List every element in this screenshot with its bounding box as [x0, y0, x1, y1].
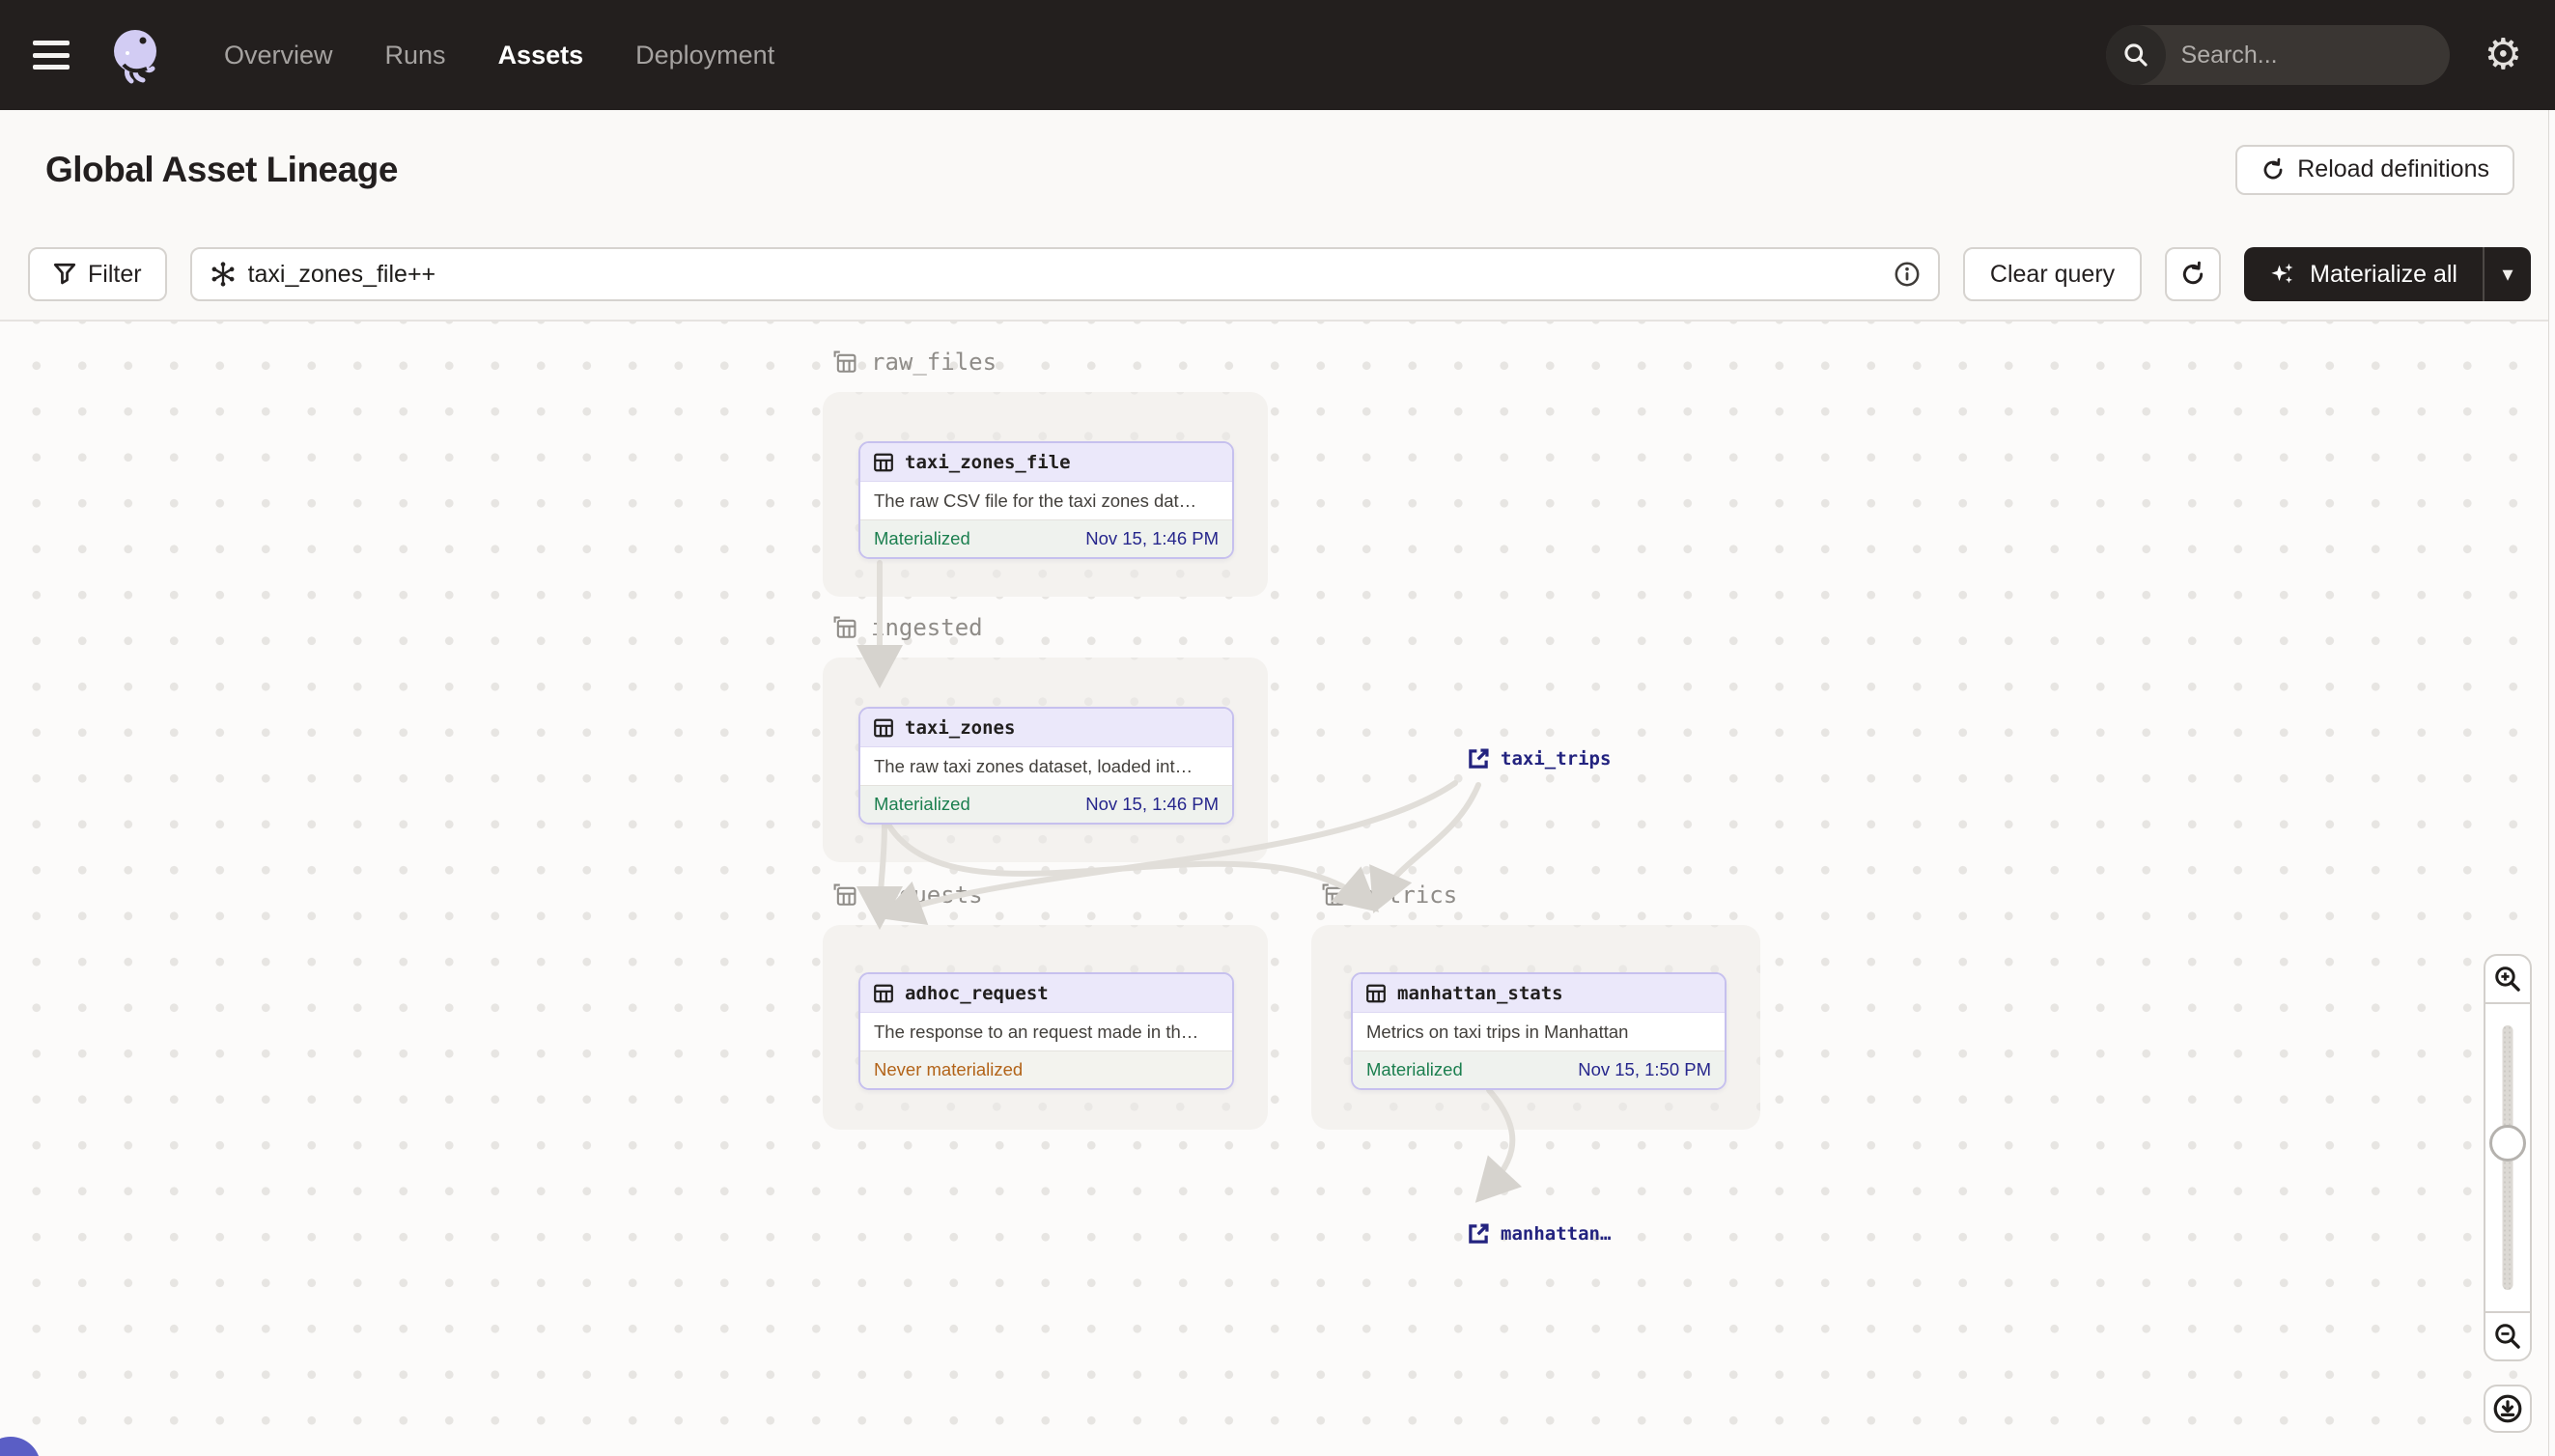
table-icon: [874, 984, 893, 1002]
asset-selector-icon: [211, 262, 234, 287]
caret-down-icon: ▾: [2502, 262, 2513, 286]
sparkles-icon: [2271, 263, 2293, 284]
status-badge: Materialized: [874, 528, 970, 548]
external-asset-taxi-trips[interactable]: taxi_trips: [1466, 746, 1611, 771]
materialization-timestamp: Nov 15, 1:46 PM: [1085, 528, 1219, 548]
lineage-edges: [856, 560, 1523, 1203]
settings-gear-icon[interactable]: ⚙: [2485, 34, 2522, 76]
search-icon: [2105, 25, 2166, 85]
table-icon: [874, 718, 893, 737]
materialize-all-split-button: Materialize all ▾: [2244, 247, 2531, 301]
filter-button[interactable]: Filter: [28, 247, 167, 301]
refresh-graph-button[interactable]: [2165, 247, 2222, 301]
asset-name: adhoc_request: [905, 982, 1049, 1004]
asset-description: The raw taxi zones dataset, loaded int…: [874, 755, 1193, 776]
menu-icon[interactable]: [33, 41, 70, 70]
asset-name: taxi_zones_file: [905, 451, 1071, 473]
page-header: Global Asset Lineage Reload definitions: [0, 110, 2555, 229]
scrollbar-track[interactable]: [2548, 110, 2555, 1456]
download-icon: [2493, 1394, 2522, 1423]
nav-item-assets[interactable]: Assets: [498, 41, 584, 70]
lineage-graph-canvas[interactable]: raw_files ingested requests metrics taxi…: [0, 322, 2555, 1456]
zoom-controls: [2484, 954, 2532, 1361]
asset-query-field[interactable]: [189, 247, 1940, 301]
nav-links: Overview Runs Assets Deployment: [224, 41, 774, 70]
nav-item-deployment[interactable]: Deployment: [635, 41, 774, 70]
materialize-dropdown-button[interactable]: ▾: [2485, 247, 2531, 301]
status-badge: Materialized: [874, 794, 970, 814]
zoom-in-button[interactable]: [2485, 956, 2530, 1004]
dagster-logo-icon[interactable]: [106, 26, 164, 84]
external-link-icon: [1469, 748, 1489, 769]
nav-item-runs[interactable]: Runs: [385, 41, 446, 70]
funnel-icon: [53, 263, 76, 285]
info-icon[interactable]: [1894, 261, 1921, 288]
refresh-icon: [2263, 157, 2283, 179]
nav-item-overview[interactable]: Overview: [224, 41, 333, 70]
top-nav: Overview Runs Assets Deployment / ⚙: [0, 0, 2555, 110]
zoom-slider-handle[interactable]: [2489, 1125, 2526, 1162]
zoom-in-icon: [2495, 966, 2520, 992]
asset-description: Metrics on taxi trips in Manhattan: [1366, 1021, 1629, 1042]
asset-node-manhattan-stats[interactable]: manhattan_stats Metrics on taxi trips in…: [1351, 972, 1727, 1090]
edge-taxi-zones-to-adhoc-request: [856, 822, 904, 930]
asset-name: manhattan_stats: [1397, 982, 1563, 1004]
asset-query-input[interactable]: [247, 260, 1882, 289]
table-icon: [874, 453, 893, 471]
download-view-button[interactable]: [2484, 1385, 2532, 1433]
status-badge: Materialized: [1366, 1059, 1463, 1079]
edge-taxi-trips-to-manhattan-stats: [1369, 782, 1481, 914]
materialization-timestamp: Nov 15, 1:46 PM: [1085, 794, 1219, 814]
lineage-toolbar: Filter Clear query Materialize: [0, 229, 2555, 322]
reload-definitions-button[interactable]: Reload definitions: [2235, 144, 2514, 195]
page-title: Global Asset Lineage: [45, 149, 398, 189]
materialize-all-button[interactable]: Materialize all: [2244, 247, 2483, 301]
materialization-timestamp: Nov 15, 1:50 PM: [1578, 1059, 1711, 1079]
edge-manhattan-stats-to-manhattan-map: [1474, 1087, 1523, 1203]
asset-node-adhoc-request[interactable]: adhoc_request The response to an request…: [858, 972, 1234, 1090]
zoom-out-icon: [2495, 1324, 2520, 1349]
asset-node-taxi-zones[interactable]: taxi_zones The raw taxi zones dataset, l…: [858, 707, 1234, 825]
global-search[interactable]: /: [2105, 25, 2450, 85]
clear-query-button[interactable]: Clear query: [1962, 247, 2143, 301]
external-asset-manhattan-map[interactable]: manhattan…: [1466, 1221, 1611, 1246]
status-badge: Never materialized: [874, 1059, 1024, 1079]
asset-name: taxi_zones: [905, 716, 1016, 739]
external-link-icon: [1469, 1223, 1489, 1244]
zoom-out-button[interactable]: [2485, 1311, 2530, 1359]
table-icon: [1366, 984, 1386, 1002]
asset-description: The raw CSV file for the taxi zones dat…: [874, 490, 1197, 511]
asset-node-taxi-zones-file[interactable]: taxi_zones_file The raw CSV file for the…: [858, 441, 1234, 559]
asset-description: The response to an request made in th…: [874, 1021, 1199, 1042]
refresh-icon: [2183, 261, 2204, 285]
search-input[interactable]: [2165, 41, 2450, 70]
zoom-slider[interactable]: [2485, 1004, 2530, 1311]
